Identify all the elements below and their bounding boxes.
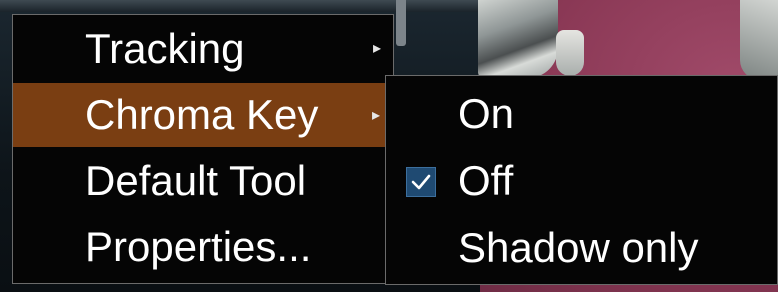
submenu-item-shadow-only[interactable]: Shadow only: [386, 216, 777, 280]
viewport-figure-detail: [556, 30, 584, 76]
menu-item-label: Tracking: [85, 25, 245, 72]
viewport-figure-right: [740, 0, 778, 80]
context-menu: Tracking ▸ Chroma Key Default Tool Prope…: [12, 14, 394, 284]
menu-item-label: Default Tool: [85, 157, 307, 204]
chroma-key-submenu: On Off Shadow only: [385, 75, 778, 285]
viewport-top-strip: [0, 0, 480, 12]
scrollbar-thumb[interactable]: [396, 0, 406, 46]
chevron-right-icon: ▸: [372, 40, 381, 57]
submenu-item-label: On: [458, 90, 515, 137]
menu-item-chroma-key[interactable]: Chroma Key: [13, 83, 393, 147]
submenu-item-label: Shadow only: [458, 224, 699, 271]
checkmark-icon: [406, 167, 436, 197]
submenu-item-label: Off: [458, 157, 514, 204]
menu-item-label: Properties...: [85, 223, 312, 270]
menu-item-tracking[interactable]: Tracking ▸: [13, 17, 393, 81]
chevron-right-icon: ▸: [372, 107, 381, 124]
submenu-item-off[interactable]: Off: [386, 149, 777, 213]
menu-item-default-tool[interactable]: Default Tool: [13, 149, 393, 213]
menu-item-properties[interactable]: Properties...: [13, 215, 393, 279]
viewport-figure: [478, 0, 558, 78]
menu-item-label: Chroma Key: [85, 91, 319, 138]
submenu-item-on[interactable]: On: [386, 82, 777, 146]
